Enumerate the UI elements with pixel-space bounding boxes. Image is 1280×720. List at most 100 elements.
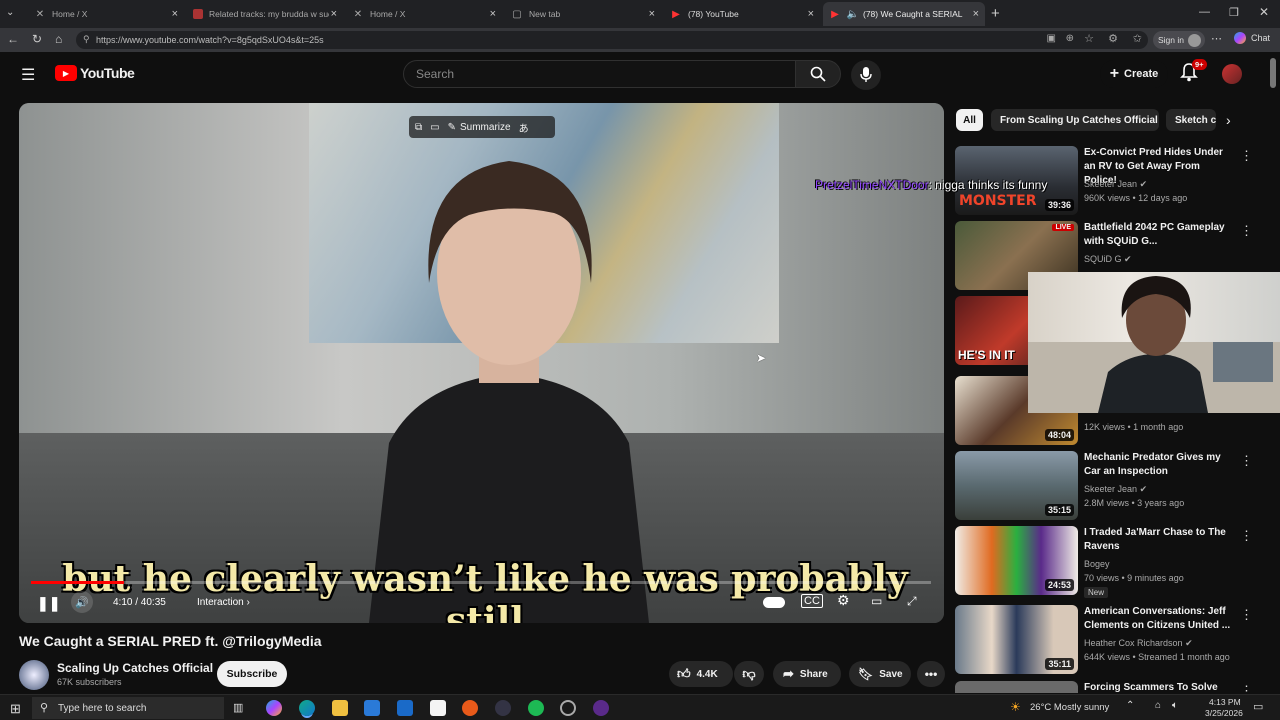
tab-5[interactable]: ▶ (78) YouTube × — [664, 2, 820, 26]
app-icon-orange[interactable] — [462, 700, 478, 716]
tab-list-icon[interactable]: ⌄ — [6, 7, 14, 18]
list-item[interactable]: 35:11 American Conversations: Jeff Cleme… — [955, 605, 1275, 675]
more-vertical-icon[interactable]: ⋮ — [1240, 148, 1253, 164]
save-button[interactable]: 🔖︎ Save — [849, 661, 911, 687]
extensions-icon[interactable]: ⚙ — [1108, 32, 1118, 45]
tab-2[interactable]: Related tracks: my brudda w suck × — [187, 2, 343, 26]
tab-6-active[interactable]: ▶ 🔈 (78) We Caught a SERIAL PRE × — [823, 2, 985, 26]
video-title[interactable]: I Traded Ja'Marr Chase to The Ravens — [1084, 526, 1234, 554]
youtube-logo[interactable]: ▶ YouTube — [55, 65, 135, 81]
chapter-button[interactable]: Interaction › — [197, 597, 250, 608]
video-title[interactable]: Forcing Scammers To Solve — [1084, 681, 1234, 693]
speaker-icon[interactable]: 🔈 — [847, 8, 859, 20]
dislike-button[interactable]: 👎︎ — [734, 661, 764, 687]
more-icon[interactable]: ⋯ — [1211, 32, 1222, 45]
channel-name[interactable]: Heather Cox Richardson ✔ — [1084, 638, 1193, 649]
more-vertical-icon[interactable]: ⋮ — [1240, 607, 1253, 623]
notifications-button[interactable]: 9+ — [1180, 59, 1207, 86]
new-tab-button[interactable]: + — [991, 5, 1000, 22]
summarize-button[interactable]: ✎ Summarize — [448, 122, 511, 133]
video-thumbnail[interactable]: 24:53 — [955, 526, 1078, 595]
close-tab-icon[interactable]: × — [172, 8, 178, 20]
network-icon[interactable]: ⌂ — [1155, 700, 1161, 711]
close-tab-icon[interactable]: × — [331, 8, 337, 20]
restore-icon[interactable]: ❐ — [1229, 6, 1239, 19]
list-item[interactable]: 24:53 I Traded Ja'Marr Chase to The Rave… — [955, 526, 1275, 598]
tray-chevron-icon[interactable]: ⌃ — [1126, 700, 1134, 711]
more-vertical-icon[interactable]: ⋮ — [1240, 223, 1253, 239]
page-scrollbar[interactable] — [1270, 58, 1276, 88]
taskbar-search-input[interactable]: ⚲ Type here to search — [32, 697, 224, 719]
favorite-icon[interactable]: ☆ — [1084, 32, 1094, 45]
share-button[interactable]: ➦ Share — [773, 661, 841, 687]
channel-name[interactable]: SQUiD G ✔ — [1084, 254, 1132, 265]
channel-avatar[interactable] — [19, 660, 49, 690]
close-tab-icon[interactable]: × — [973, 8, 979, 20]
notepad-icon[interactable] — [430, 700, 446, 716]
notification-center-icon[interactable]: ▭ — [1253, 700, 1263, 713]
reload-icon[interactable]: ↻ — [32, 32, 42, 46]
channel-name[interactable]: Skeeter Jean ✔ — [1084, 484, 1147, 495]
store-icon[interactable] — [364, 700, 380, 716]
video-thumbnail[interactable]: 35:11 — [955, 605, 1078, 674]
list-item[interactable]: Forcing Scammers To Solve ⋮ — [955, 681, 1275, 693]
menu-icon[interactable]: ☰ — [21, 65, 35, 85]
subscribe-button[interactable]: Subscribe — [217, 661, 287, 687]
voice-search-button[interactable] — [851, 60, 881, 90]
copilot-icon[interactable] — [266, 700, 282, 716]
sign-in-button[interactable]: Sign in — [1153, 31, 1205, 49]
app-icon-dark[interactable] — [495, 700, 511, 716]
app-icon-circle[interactable] — [560, 700, 576, 716]
more-vertical-icon[interactable]: ⋮ — [1240, 453, 1253, 469]
spotify-icon[interactable] — [528, 700, 544, 716]
close-tab-icon[interactable]: × — [490, 8, 496, 20]
video-thumbnail[interactable]: 35:15 — [955, 451, 1078, 520]
video-title[interactable]: Mechanic Predator Gives my Car an Inspec… — [1084, 451, 1234, 479]
settings-gear-icon[interactable]: ⚙ — [837, 592, 850, 609]
close-tab-icon[interactable]: × — [808, 8, 814, 20]
obs-icon[interactable] — [593, 700, 609, 716]
edge-icon[interactable] — [299, 700, 315, 716]
theater-mode-icon[interactable]: ▭ — [871, 594, 882, 608]
weather-text[interactable]: 26°C Mostly sunny — [1030, 702, 1109, 713]
translate-icon[interactable]: あ — [519, 120, 529, 135]
zoom-icon[interactable]: ⊕ — [1066, 33, 1074, 44]
weather-icon[interactable]: ☀ — [1010, 700, 1021, 714]
pause-button[interactable]: ❚❚ — [37, 595, 60, 612]
favorites-bar-icon[interactable]: ✩ — [1133, 32, 1142, 45]
chevron-right-icon[interactable]: › — [1226, 112, 1231, 128]
chip-from-channel[interactable]: From Scaling Up Catches Official — [991, 109, 1159, 131]
close-window-icon[interactable]: ✕ — [1259, 5, 1269, 19]
site-info-icon[interactable]: ⚲ — [83, 34, 90, 45]
create-button[interactable]: + Create — [1100, 60, 1168, 88]
like-button[interactable]: 👍︎ 4.4K — [669, 661, 733, 687]
search-input[interactable]: Search — [403, 60, 796, 88]
miniplayer-icon[interactable]: ⧉ — [415, 122, 422, 133]
list-item[interactable]: 35:15 Mechanic Predator Gives my Car an … — [955, 451, 1275, 521]
home-icon[interactable]: ⌂ — [55, 32, 62, 46]
volume-button[interactable]: 🔊 — [71, 591, 93, 613]
screenshot-icon[interactable]: ▭ — [430, 122, 439, 133]
search-button[interactable] — [795, 60, 841, 88]
back-icon[interactable]: ← — [7, 32, 19, 46]
tab-3[interactable]: ✕ Home / X × — [346, 2, 502, 26]
channel-name[interactable]: Scaling Up Catches Official — [57, 661, 213, 675]
video-title[interactable]: Battlefield 2042 PC Gameplay with SQUiD … — [1084, 221, 1234, 249]
url-field[interactable]: ⚲ https://www.youtube.com/watch?v=8g5qdS… — [76, 31, 1148, 49]
autoplay-toggle[interactable] — [763, 597, 785, 608]
fullscreen-icon[interactable]: ⤢ — [907, 594, 917, 609]
chip-all[interactable]: All — [956, 109, 983, 131]
chip-sketch[interactable]: Sketch c — [1166, 109, 1216, 131]
file-explorer-icon[interactable] — [332, 700, 348, 716]
subtitles-icon[interactable]: CC — [801, 594, 823, 608]
tab-1[interactable]: ✕ Home / X × — [28, 2, 184, 26]
video-player[interactable]: ⧉ ▭ ✎ Summarize あ but he clearly wasn’t … — [19, 103, 944, 623]
channel-name[interactable]: Bogey — [1084, 559, 1110, 569]
mail-icon[interactable] — [397, 700, 413, 716]
copilot-chat-button[interactable]: Chat — [1234, 32, 1270, 44]
app-icon[interactable]: ▣ — [1047, 33, 1056, 44]
close-tab-icon[interactable]: × — [649, 8, 655, 20]
more-vertical-icon[interactable]: ⋮ — [1240, 683, 1253, 693]
avatar[interactable] — [1222, 64, 1242, 84]
windows-start-icon[interactable]: ⊞ — [10, 701, 21, 717]
